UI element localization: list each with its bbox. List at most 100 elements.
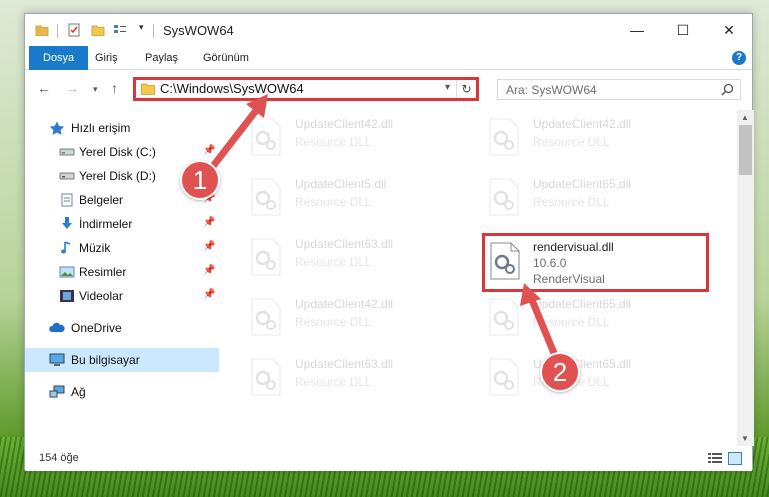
file-description: Resource DLL: [295, 195, 372, 209]
sidebar-item-label: Yerel Disk (D:): [79, 169, 156, 183]
back-button[interactable]: ←: [37, 80, 51, 96]
status-bar: 154 öğe: [25, 446, 752, 471]
file-tile[interactable]: UpdateClient42.dll Resource DLL: [221, 292, 441, 346]
sidebar-item-quick-access[interactable]: Hızlı erişim: [25, 116, 219, 140]
explorer-window: ▾ SysWOW64 — ☐ ✕ Dosya Giriş Paylaş Görü…: [24, 13, 754, 471]
sidebar-item-label: Hızlı erişim: [71, 121, 131, 135]
search-input[interactable]: Ara: SysWOW64: [497, 79, 741, 100]
file-description: Resource DLL: [533, 135, 610, 149]
pictures-icon: [59, 266, 75, 278]
file-name: UpdateClient65.dll: [533, 297, 632, 311]
tab-view[interactable]: Görünüm: [193, 46, 259, 70]
scroll-up-icon[interactable]: ▲: [741, 113, 749, 122]
search-placeholder: Ara: SysWOW64: [506, 83, 597, 97]
video-icon: [60, 290, 74, 302]
file-description: Resource DLL: [533, 315, 610, 329]
sidebar-item-network[interactable]: Ağ: [25, 380, 219, 404]
highlighted-file-tile[interactable]: rendervisual.dll 10.6.0 RenderVisual: [482, 233, 709, 292]
step-marker-1: 1: [180, 160, 220, 200]
sidebar-item-label: Bu bilgisayar: [71, 353, 140, 367]
folder-icon[interactable]: [35, 23, 49, 37]
drive-icon: [59, 172, 75, 180]
file-tile[interactable]: UpdateClient5.dll Resource DLL: [221, 172, 441, 226]
tab-home[interactable]: Giriş: [85, 46, 128, 70]
file-list: UpdateClient42.dll Resource DLL UpdateCl…: [221, 110, 737, 446]
file-version: 10.6.0: [533, 256, 567, 270]
music-icon: [61, 241, 71, 254]
file-description: Resource DLL: [295, 375, 372, 389]
pin-icon[interactable]: 📌: [203, 217, 215, 228]
drive-icon: [59, 148, 75, 156]
dll-file-icon: [489, 118, 519, 156]
documents-icon: [61, 193, 73, 207]
up-button[interactable]: ↑: [111, 80, 118, 96]
forward-button[interactable]: →: [65, 80, 79, 96]
file-description: RenderVisual: [533, 272, 605, 286]
file-description: Resource DLL: [295, 255, 372, 269]
properties-icon[interactable]: [67, 23, 81, 37]
refresh-button[interactable]: ↻: [456, 80, 476, 98]
file-tile[interactable]: UpdateClient42.dll Resource DLL: [459, 112, 679, 166]
customize-toolbar-dropdown[interactable]: ▾: [139, 22, 144, 36]
file-tile[interactable]: UpdateClient63.dll Resource DLL: [221, 352, 441, 406]
file-tile[interactable]: UpdateClient63.dll Resource DLL: [221, 232, 441, 286]
vertical-scrollbar[interactable]: ▲ ▼: [737, 110, 754, 446]
tab-share[interactable]: Paylaş: [135, 46, 188, 70]
file-tile[interactable]: UpdateClient65.dll Resource DLL: [459, 292, 679, 346]
file-description: Resource DLL: [295, 135, 372, 149]
pin-icon[interactable]: 📌: [203, 241, 215, 252]
dll-file-icon: [251, 238, 281, 276]
help-icon[interactable]: ?: [732, 51, 746, 65]
pin-icon[interactable]: 📌: [203, 265, 215, 276]
navigation-bar: ← → ▾ ↑ C:\Windows\SysWOW64 ▾ ↻ Ara: Sys…: [25, 71, 752, 107]
dll-file-icon: [489, 298, 519, 336]
sidebar-item-music[interactable]: Müzik 📌: [25, 236, 219, 260]
new-folder-icon[interactable]: [91, 23, 105, 37]
address-path[interactable]: C:\Windows\SysWOW64: [160, 81, 304, 96]
tab-file[interactable]: Dosya: [29, 46, 89, 70]
minimize-button[interactable]: —: [614, 14, 660, 46]
ribbon-tabs: Dosya Giriş Paylaş Görünüm ?: [25, 46, 752, 70]
file-tile[interactable]: UpdateClient42.dll Resource DLL: [221, 112, 441, 166]
file-name: UpdateClient42.dll: [295, 297, 394, 311]
file-name: UpdateClient42.dll: [533, 117, 632, 131]
search-icon[interactable]: [721, 83, 734, 96]
file-name: UpdateClient5.dll: [295, 177, 387, 191]
sidebar-item-videos[interactable]: Videolar 📌: [25, 284, 219, 308]
details-view-icon[interactable]: [708, 453, 722, 464]
view-options-icon[interactable]: [113, 23, 127, 37]
recent-locations-button[interactable]: ▾: [93, 84, 98, 95]
dll-file-icon: [251, 178, 281, 216]
sidebar-item-onedrive[interactable]: OneDrive: [25, 316, 219, 340]
file-description: Resource DLL: [533, 195, 610, 209]
folder-icon: [141, 83, 155, 95]
dll-file-icon: [251, 358, 281, 396]
close-button[interactable]: ✕: [706, 14, 752, 46]
sidebar-item-pictures[interactable]: Resimler 📌: [25, 260, 219, 284]
pin-icon[interactable]: 📌: [203, 289, 215, 300]
navigation-pane: Hızlı erişim Yerel Disk (C:) 📌 Yerel Dis…: [25, 110, 219, 446]
sidebar-item-this-pc[interactable]: Bu bilgisayar: [25, 348, 219, 372]
chevron-down-icon[interactable]: ▾: [445, 82, 450, 93]
file-name: UpdateClient63.dll: [295, 357, 394, 371]
sidebar-item-local-disk-c[interactable]: Yerel Disk (C:) 📌: [25, 140, 219, 164]
computer-icon: [49, 353, 65, 366]
address-bar[interactable]: C:\Windows\SysWOW64 ▾ ↻: [133, 77, 479, 101]
sidebar-item-downloads[interactable]: İndirmeler 📌: [25, 212, 219, 236]
sidebar-item-label: Ağ: [71, 385, 86, 399]
file-name: UpdateClient42.dll: [295, 117, 394, 131]
pin-icon[interactable]: 📌: [203, 145, 215, 156]
step-marker-2: 2: [540, 352, 580, 392]
dll-file-icon: [490, 242, 520, 280]
cloud-icon: [49, 322, 65, 332]
sidebar-item-label: Yerel Disk (C:): [79, 145, 156, 159]
window-title: SysWOW64: [163, 23, 234, 38]
item-count: 154 öğe: [39, 452, 79, 464]
tiles-view-icon[interactable]: [728, 452, 742, 465]
file-name: UpdateClient63.dll: [295, 237, 394, 251]
scroll-down-icon[interactable]: ▼: [741, 434, 749, 443]
maximize-button[interactable]: ☐: [660, 14, 706, 46]
scrollbar-thumb[interactable]: [739, 125, 752, 175]
file-tile[interactable]: UpdateClient65.dll Resource DLL: [459, 172, 679, 226]
title-separator: [153, 24, 154, 38]
